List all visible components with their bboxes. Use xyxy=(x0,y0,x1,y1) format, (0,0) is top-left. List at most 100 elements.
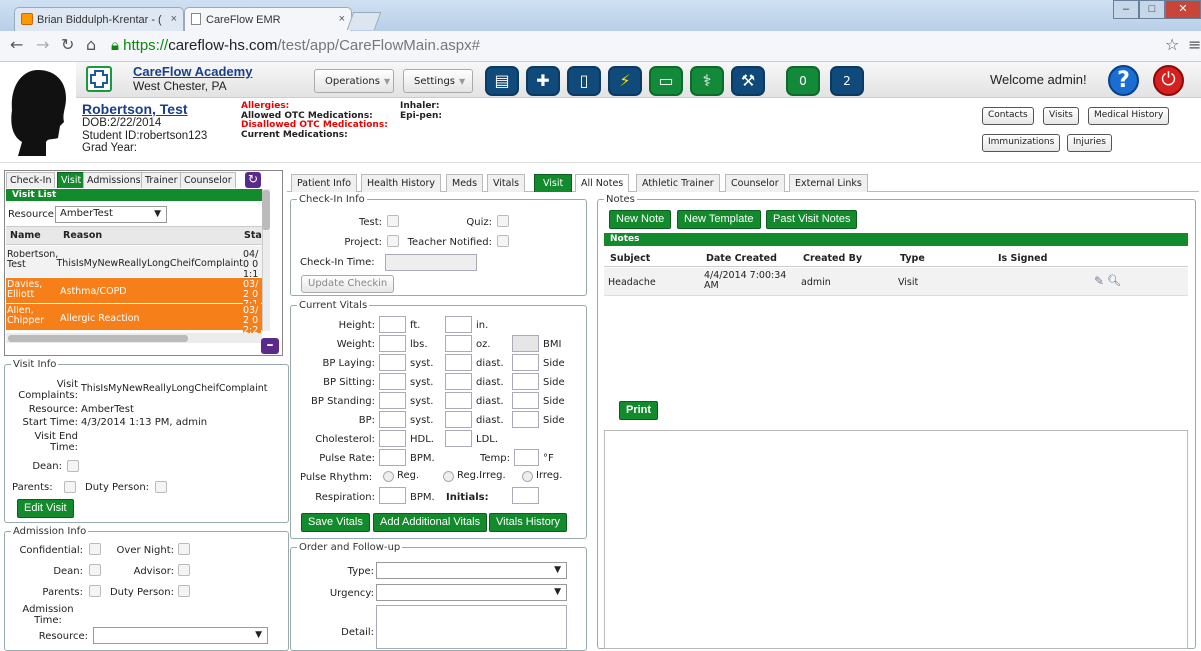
weight-oz-input[interactable] xyxy=(445,335,472,352)
bp-side-input[interactable] xyxy=(512,411,539,428)
cholesterol-hdl-input[interactable] xyxy=(379,430,406,447)
tab-admissions[interactable]: Admissions xyxy=(83,172,145,188)
view-note-icon[interactable]: 🔍︎ xyxy=(1107,274,1121,287)
respiration-input[interactable] xyxy=(379,487,406,504)
tab-health-history[interactable]: Health History xyxy=(361,174,442,192)
height-in-input[interactable] xyxy=(445,316,472,333)
tab-external-links[interactable]: External Links xyxy=(789,174,868,192)
bp-diast-input[interactable] xyxy=(445,411,472,428)
injuries-button[interactable]: Injuries xyxy=(1067,134,1112,152)
settings-menu[interactable]: Settings ▼ xyxy=(403,69,473,93)
refresh-icon[interactable]: ↻ xyxy=(245,172,261,188)
rhythm-regirreg-radio[interactable] xyxy=(443,471,454,482)
tab-visit[interactable]: Visit xyxy=(57,172,86,188)
checkin-time-input[interactable] xyxy=(385,254,477,271)
visit-parents-checkbox[interactable] xyxy=(64,481,76,493)
tab-vitals[interactable]: Vitals xyxy=(487,174,526,192)
browser-tab-2[interactable]: CareFlow EMR × xyxy=(184,7,352,31)
tab-patient-info[interactable]: Patient Info xyxy=(291,174,358,192)
past-visit-notes-button[interactable]: Past Visit Notes xyxy=(766,210,858,229)
tools-icon[interactable]: ⚒︎ xyxy=(731,66,765,96)
edit-note-icon[interactable]: ✎ xyxy=(1094,274,1104,288)
admission-dean-checkbox[interactable] xyxy=(89,564,101,576)
power-logout-icon[interactable]: ⏻ xyxy=(1153,65,1184,96)
tab-check-in[interactable]: Check-In xyxy=(6,172,56,188)
browser-tab-1[interactable]: Brian Biddulph-Krentar - (× xyxy=(14,7,184,31)
bp-laying-syst-input[interactable] xyxy=(379,354,406,371)
admission-parents-checkbox[interactable] xyxy=(89,585,101,597)
immunizations-button[interactable]: Immunizations xyxy=(982,134,1061,152)
bp-standing-side-input[interactable] xyxy=(512,392,539,409)
help-icon[interactable]: ? xyxy=(1108,65,1139,96)
resource-select[interactable]: AmberTest ▼ xyxy=(55,206,167,223)
forward-icon[interactable]: → xyxy=(36,35,49,54)
visits-button[interactable]: Visits xyxy=(1043,107,1079,125)
rhythm-reg-radio[interactable] xyxy=(383,471,394,482)
home-icon[interactable]: ⌂ xyxy=(86,35,96,54)
temp-input[interactable] xyxy=(514,449,539,466)
bp-syst-input[interactable] xyxy=(379,411,406,428)
tab-meds[interactable]: Meds xyxy=(446,174,484,192)
computer-icon[interactable]: ▤ xyxy=(485,66,519,96)
bp-laying-diast-input[interactable] xyxy=(445,354,472,371)
contacts-button[interactable]: Contacts xyxy=(982,107,1034,125)
tab-counselor[interactable]: Counselor xyxy=(180,172,236,188)
url-field[interactable]: 🔒︎ https://careflow-hs.com/test/app/Care… xyxy=(111,37,1131,57)
order-detail-textarea[interactable] xyxy=(376,605,567,649)
calendar-two-icon[interactable]: 2 xyxy=(830,66,864,96)
vitals-history-button[interactable]: Vitals History xyxy=(489,513,567,532)
update-checkin-button[interactable]: Update Checkin xyxy=(301,275,395,293)
medical-history-button[interactable]: Medical History xyxy=(1088,107,1170,125)
monitor-icon[interactable]: ▭ xyxy=(649,66,683,96)
new-note-button[interactable]: New Note xyxy=(609,210,672,229)
bp-standing-syst-input[interactable] xyxy=(379,392,406,409)
org-name-link[interactable]: CareFlow Academy xyxy=(133,64,252,79)
tab-trainer[interactable]: Trainer xyxy=(141,172,182,188)
teacher-notified-checkbox[interactable] xyxy=(497,235,509,247)
bookmark-star-icon[interactable]: ☆ xyxy=(1165,35,1179,54)
order-type-select[interactable]: ▼ xyxy=(376,562,567,579)
back-icon[interactable]: ← xyxy=(10,35,23,54)
quiz-checkbox[interactable] xyxy=(497,215,509,227)
height-ft-input[interactable] xyxy=(379,316,406,333)
edit-visit-button[interactable]: Edit Visit xyxy=(17,499,74,518)
pulse-rate-input[interactable] xyxy=(379,449,406,466)
hscroll-thumb[interactable] xyxy=(8,335,188,342)
overnight-checkbox[interactable] xyxy=(178,543,190,555)
admission-duty-checkbox[interactable] xyxy=(178,585,190,597)
print-button[interactable]: Print xyxy=(619,401,659,420)
initials-input[interactable] xyxy=(512,487,539,504)
cholesterol-ldl-input[interactable] xyxy=(445,430,472,447)
confidential-checkbox[interactable] xyxy=(89,543,101,555)
new-template-button[interactable]: New Template xyxy=(677,210,761,229)
add-record-icon[interactable]: ✚ xyxy=(526,66,560,96)
operations-menu[interactable]: Operations ▼ xyxy=(314,69,394,93)
maximize-button[interactable]: □ xyxy=(1139,0,1165,19)
tab-all-notes[interactable]: All Notes xyxy=(575,174,630,192)
patient-name-link[interactable]: Robertson, Test xyxy=(82,101,188,117)
vscroll-thumb[interactable] xyxy=(262,190,270,230)
caduceus-icon[interactable]: ⚕︎ xyxy=(690,66,724,96)
visit-dean-checkbox[interactable] xyxy=(67,460,79,472)
bp-sitting-side-input[interactable] xyxy=(512,373,539,390)
bp-sitting-diast-input[interactable] xyxy=(445,373,472,390)
close-icon[interactable]: × xyxy=(339,13,345,25)
weight-lbs-input[interactable] xyxy=(379,335,406,352)
rhythm-irreg-radio[interactable] xyxy=(522,471,533,482)
minimize-panel-icon[interactable]: – xyxy=(261,338,279,354)
bp-sitting-syst-input[interactable] xyxy=(379,373,406,390)
minimize-button[interactable]: – xyxy=(1113,0,1139,19)
advisor-checkbox[interactable] xyxy=(178,564,190,576)
window-close-button[interactable]: ✕ xyxy=(1165,0,1201,19)
order-urgency-select[interactable]: ▼ xyxy=(376,584,567,601)
reload-icon[interactable]: ↻ xyxy=(61,35,74,54)
bp-standing-diast-input[interactable] xyxy=(445,392,472,409)
inbox-zero-icon[interactable]: 0 xyxy=(786,66,820,96)
visit-duty-checkbox[interactable] xyxy=(155,481,167,493)
tab-visit-main[interactable]: Visit xyxy=(534,174,573,192)
bp-laying-side-input[interactable] xyxy=(512,354,539,371)
admission-resource-select[interactable]: ▼ xyxy=(93,627,268,644)
save-vitals-button[interactable]: Save Vitals xyxy=(301,513,370,532)
close-icon[interactable]: × xyxy=(171,13,177,25)
add-document-icon[interactable]: ▯ xyxy=(567,66,601,96)
